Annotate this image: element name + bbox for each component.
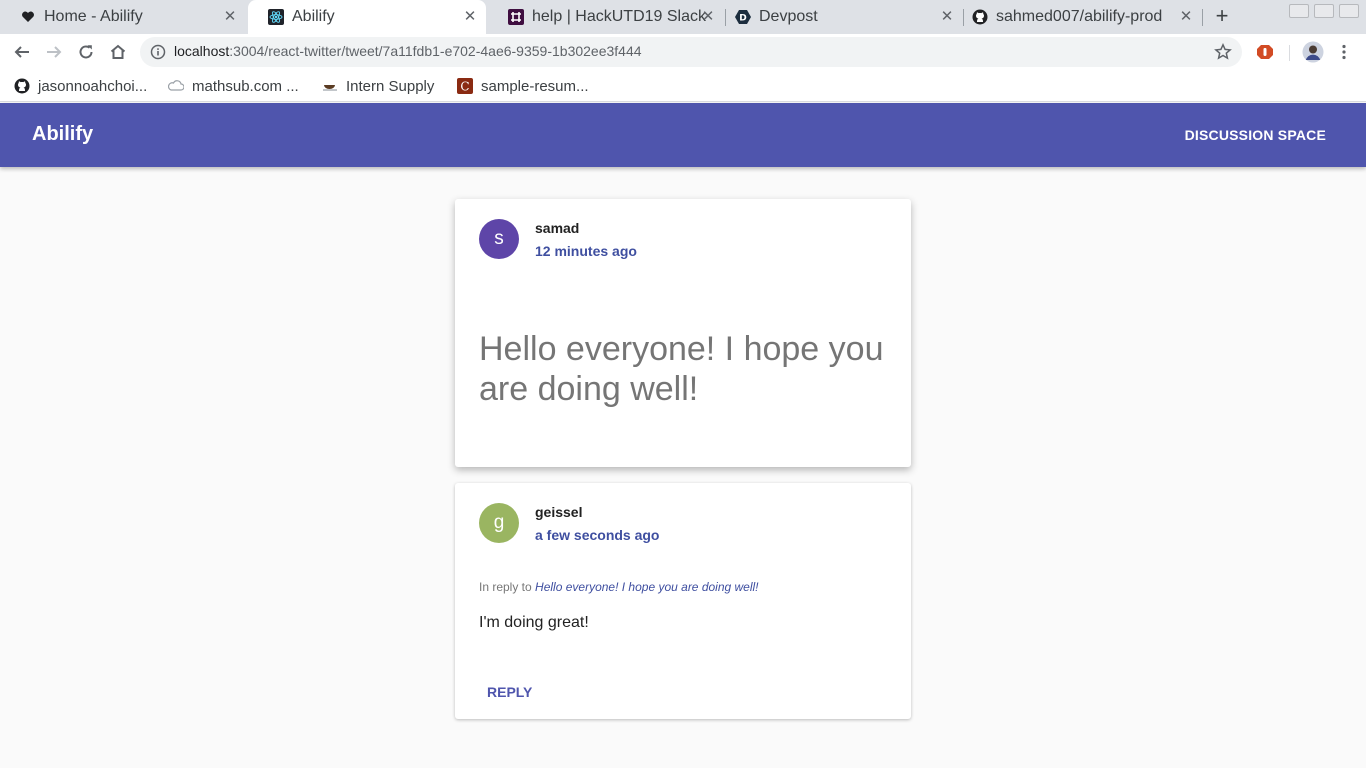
tab-title: Home - Abilify [44,8,143,25]
tweet-text: Hello everyone! I hope you are doing wel… [479,330,884,408]
bookmark-sample-resume[interactable]: C sample-resum... [457,75,589,97]
tweet-timestamp[interactable]: 12 minutes ago [535,243,637,259]
url-path: :3004/react-twitter/tweet/7a11fdb1-e702-… [229,43,642,59]
bookmark-label: jasonnoahchoi... [38,77,148,95]
menu-button[interactable] [1332,40,1356,64]
close-window-button[interactable] [1339,4,1359,18]
tab-title: Abilify [292,8,335,25]
browser-tab-home-abilify[interactable]: Home - Abilify ✕ [0,0,246,34]
reply-username: geissel [535,504,583,520]
c-icon: C [457,78,473,94]
app-header: Abilify DISCUSSION SPACE [0,103,1366,167]
github-icon [14,78,30,94]
in-reply-to: In reply to Hello everyone! I hope you a… [479,580,759,594]
browser-tab-strip: Home - Abilify ✕ Abilify ✕ help | HackUT… [0,0,1366,34]
tab-separator [1202,9,1203,26]
in-reply-quote-link[interactable]: Hello everyone! I hope you are doing wel… [535,580,758,594]
svg-text:D: D [739,14,746,24]
close-tab-icon[interactable]: ✕ [222,9,238,25]
reply-card: g geissel a few seconds ago In reply to … [455,483,911,719]
close-tab-icon[interactable]: ✕ [1178,9,1194,25]
close-tab-icon[interactable]: ✕ [462,9,478,25]
star-icon[interactable] [1214,43,1232,61]
heart-icon [20,9,36,25]
browser-tab-github[interactable]: sahmed007/abilify-prod ✕ [952,0,1202,34]
react-icon [268,9,284,25]
close-tab-icon[interactable]: ✕ [700,9,716,25]
avatar-icon [1302,41,1324,63]
address-bar[interactable]: localhost:3004/react-twitter/tweet/7a11f… [140,37,1242,67]
back-button[interactable] [10,40,34,64]
hand-stop-icon [1257,45,1273,59]
app-brand[interactable]: Abilify [32,123,93,146]
slack-icon [508,9,524,25]
reply-text: I'm doing great! [479,614,589,631]
profile-button[interactable] [1301,40,1325,64]
tweet-card: s samad 12 minutes ago Hello everyone! I… [455,199,911,467]
bookmark-label: sample-resum... [481,77,589,95]
discussion-space-link[interactable]: DISCUSSION SPACE [1185,127,1326,143]
browser-tab-abilify[interactable]: Abilify ✕ [248,0,486,34]
arrow-right-icon [47,46,62,58]
browser-toolbar: localhost:3004/react-twitter/tweet/7a11f… [0,34,1366,70]
bookmarks-bar: jasonnoahchoi... mathsub.com ... Intern … [0,70,1366,102]
bookmark-intern-supply[interactable]: Intern Supply [322,75,434,97]
coffee-icon [322,78,338,94]
home-icon [110,44,126,59]
browser-tab-slack[interactable]: help | HackUTD19 Slack ✕ [488,0,724,34]
in-reply-prefix: In reply to [479,580,532,594]
reply-timestamp[interactable]: a few seconds ago [535,527,659,543]
reload-icon [79,45,93,59]
more-vertical-icon [1342,44,1346,60]
toolbar-divider [1289,45,1290,61]
github-icon [972,9,988,25]
tweet-username: samad [535,220,580,236]
tab-title: Devpost [759,8,818,25]
avatar: s [479,219,519,259]
minimize-window-button[interactable] [1289,4,1309,18]
tab-title: sahmed007/abilify-prod [996,8,1163,25]
avatar: g [479,503,519,543]
devpost-icon: D [735,9,751,25]
bookmark-label: mathsub.com ... [192,77,299,95]
url-text[interactable]: localhost:3004/react-twitter/tweet/7a11f… [174,43,642,59]
extension-button[interactable] [1253,40,1277,64]
maximize-window-button[interactable] [1314,4,1334,18]
tab-title: help | HackUTD19 Slack [532,8,706,25]
reply-button[interactable]: REPLY [479,677,540,707]
arrow-left-icon [14,46,29,58]
new-tab-button[interactable]: + [1210,5,1234,29]
url-host: localhost [174,43,230,59]
forward-button[interactable] [42,40,66,64]
bookmark-mathsub[interactable]: mathsub.com ... [168,75,299,97]
svg-text:C: C [460,80,469,94]
bookmark-label: Intern Supply [346,77,435,95]
home-button[interactable] [106,40,130,64]
cloud-icon [168,78,184,94]
bookmark-jasonnoahchoi[interactable]: jasonnoahchoi... [14,75,147,97]
browser-tab-devpost[interactable]: D Devpost ✕ [715,0,963,34]
reload-button[interactable] [74,40,98,64]
info-icon[interactable] [150,44,166,60]
